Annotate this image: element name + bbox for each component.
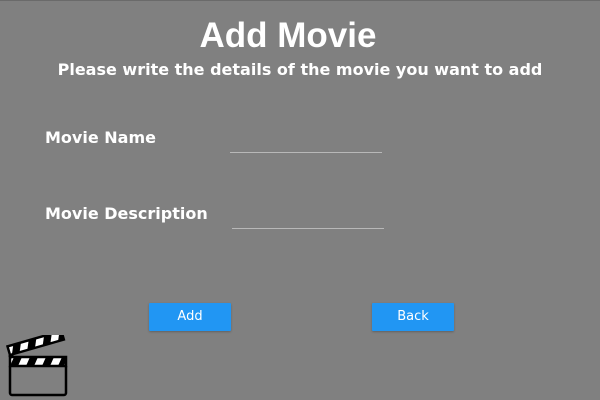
movie-description-input[interactable] [232, 207, 384, 229]
add-movie-window: Add Movie Please write the details of th… [0, 0, 600, 400]
clapperboard-icon [6, 335, 68, 397]
page-subtitle: Please write the details of the movie yo… [57, 60, 543, 79]
back-button[interactable]: Back [372, 303, 454, 331]
movie-description-label: Movie Description [45, 204, 208, 223]
movie-name-label: Movie Name [45, 128, 156, 147]
add-button[interactable]: Add [149, 303, 231, 331]
movie-name-input[interactable] [230, 131, 382, 153]
page-title: Add Movie [199, 16, 377, 55]
